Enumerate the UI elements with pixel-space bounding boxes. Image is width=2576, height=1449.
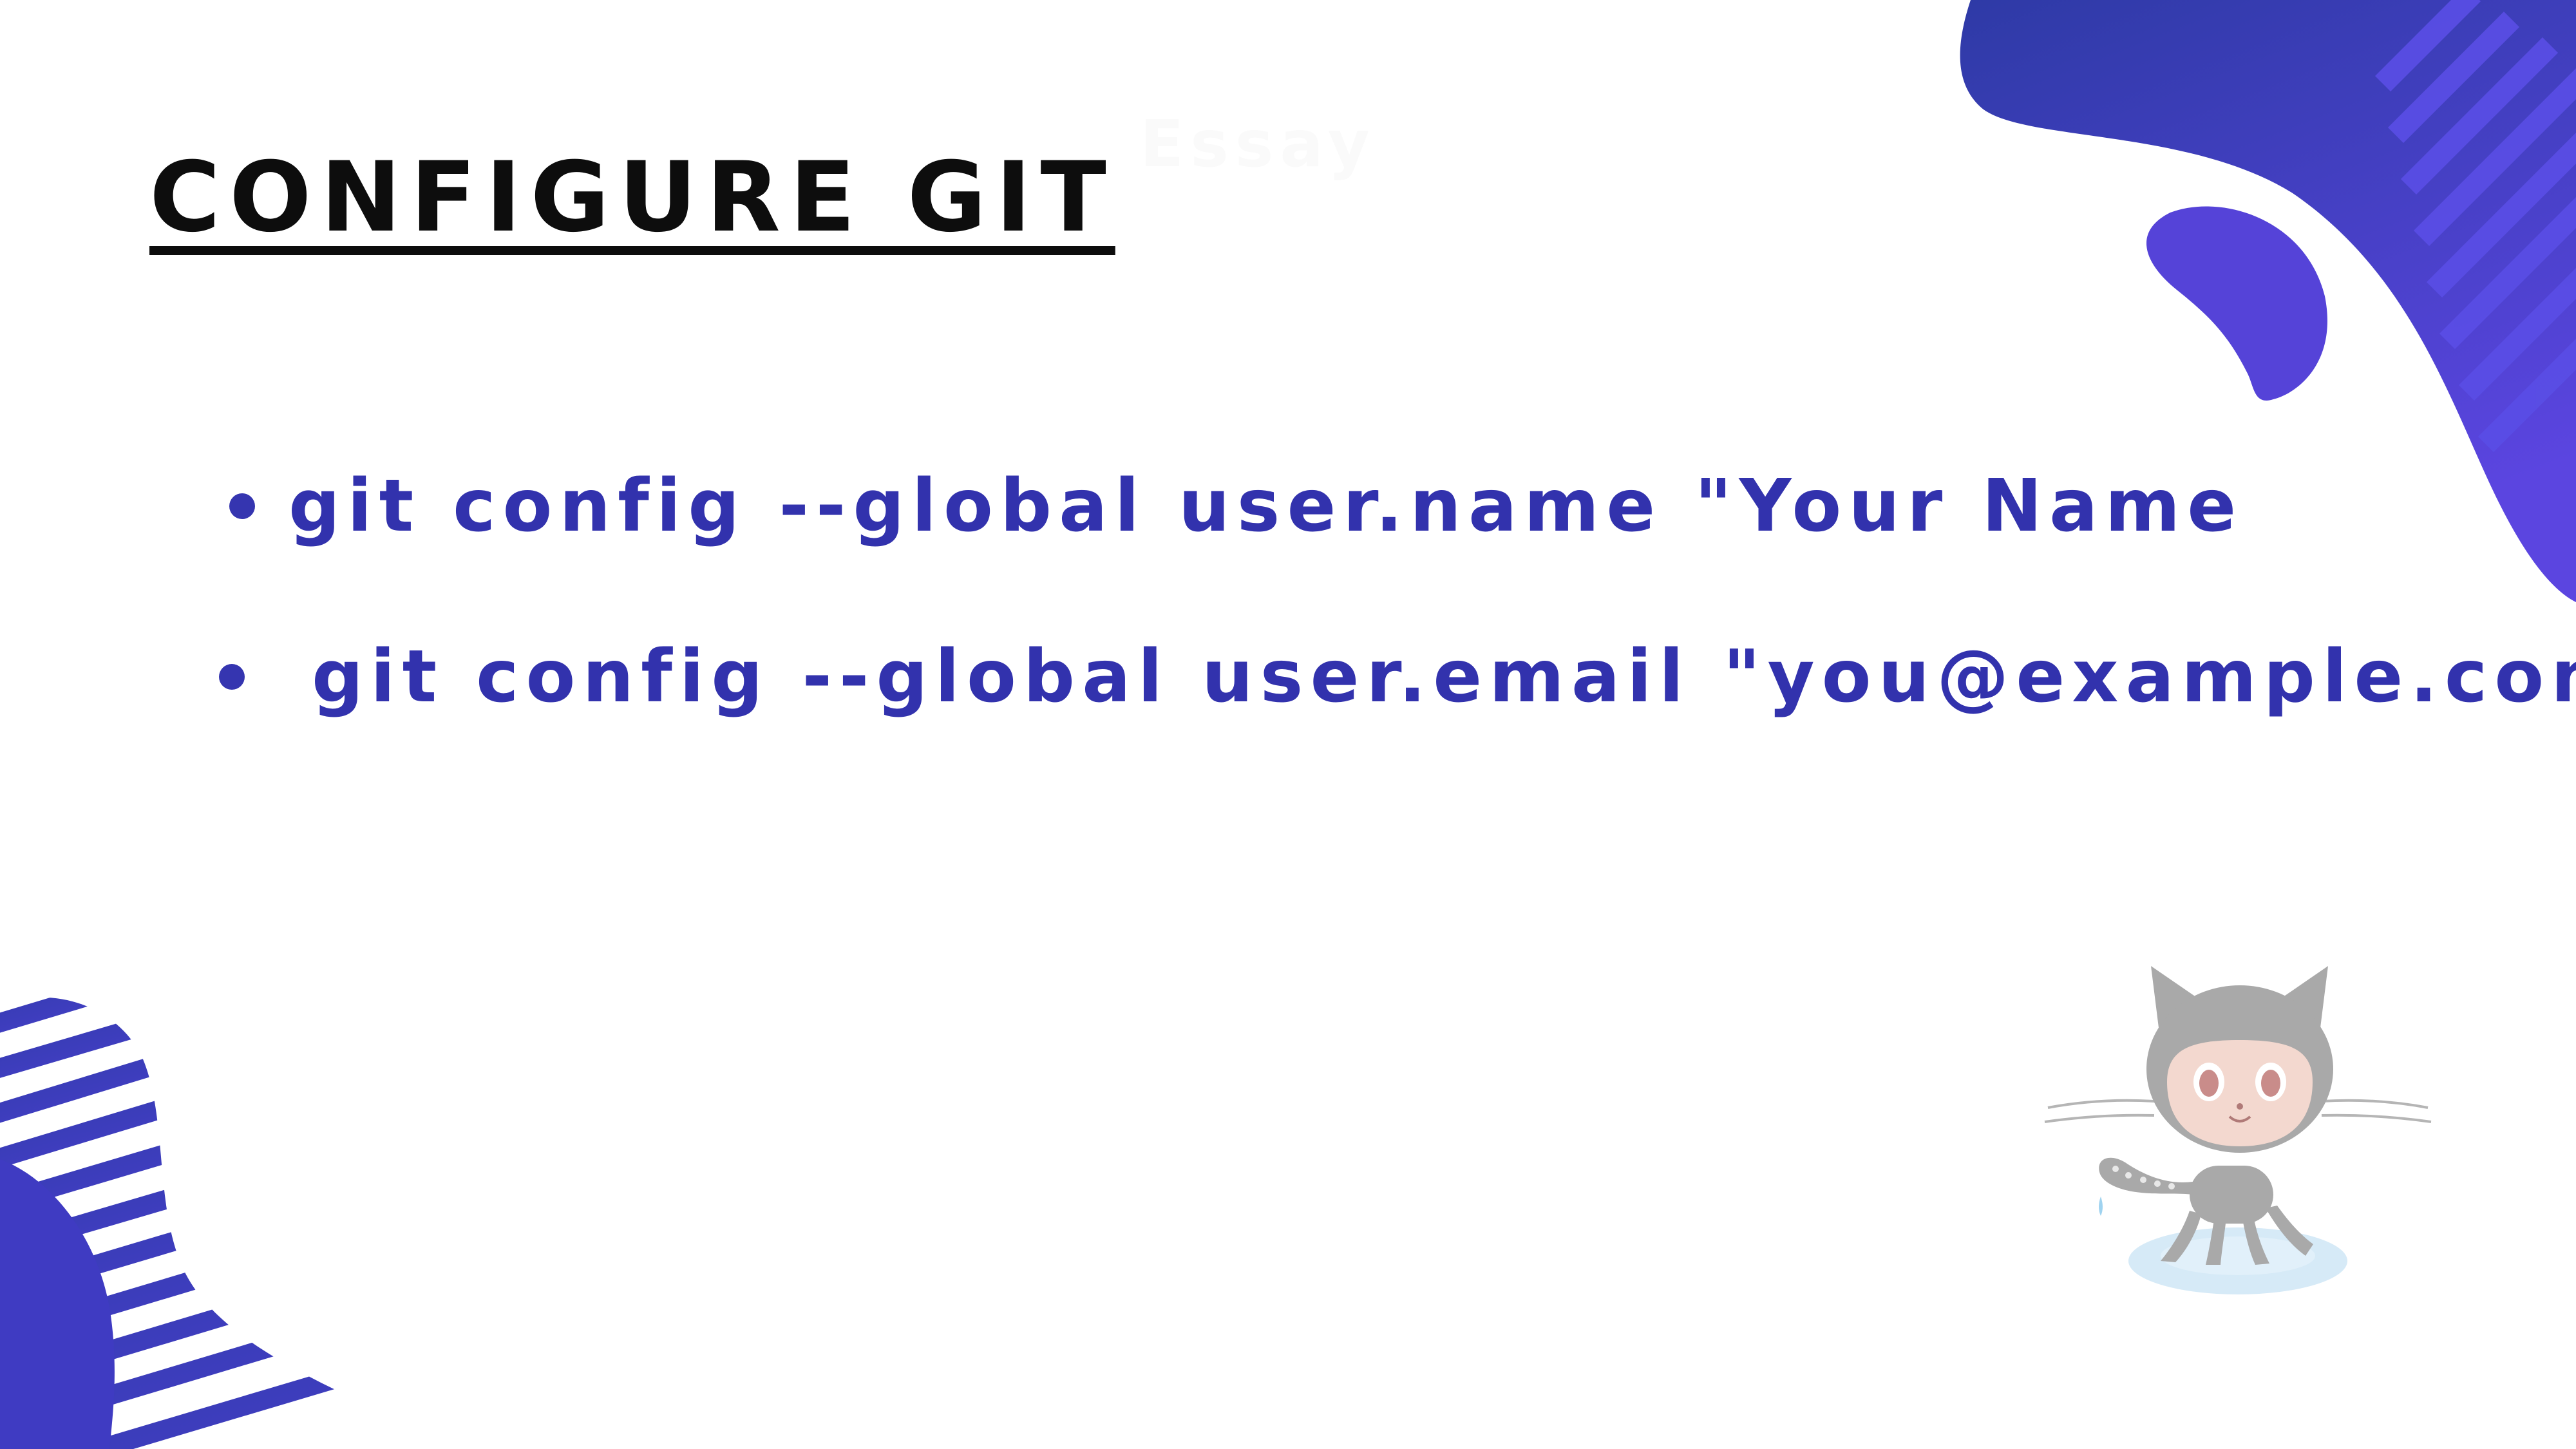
git-config-email-command: git config --global user.email "you@exam… <box>312 635 2576 719</box>
slide-title: CONFIGURE GIT <box>149 142 1115 254</box>
list-item: git config --global user.email "you@exam… <box>219 641 2576 713</box>
list-item: git config --global user.name "Your Name <box>229 470 2243 542</box>
faint-watermark-text: Essay <box>1140 106 1376 182</box>
bullet-dot <box>219 664 245 690</box>
git-config-name-command: git config --global user.name "Your Name <box>289 464 2244 548</box>
bottom-left-wave <box>0 997 477 1449</box>
octocat-icon <box>2044 966 2432 1294</box>
bullet-dot <box>229 493 255 519</box>
